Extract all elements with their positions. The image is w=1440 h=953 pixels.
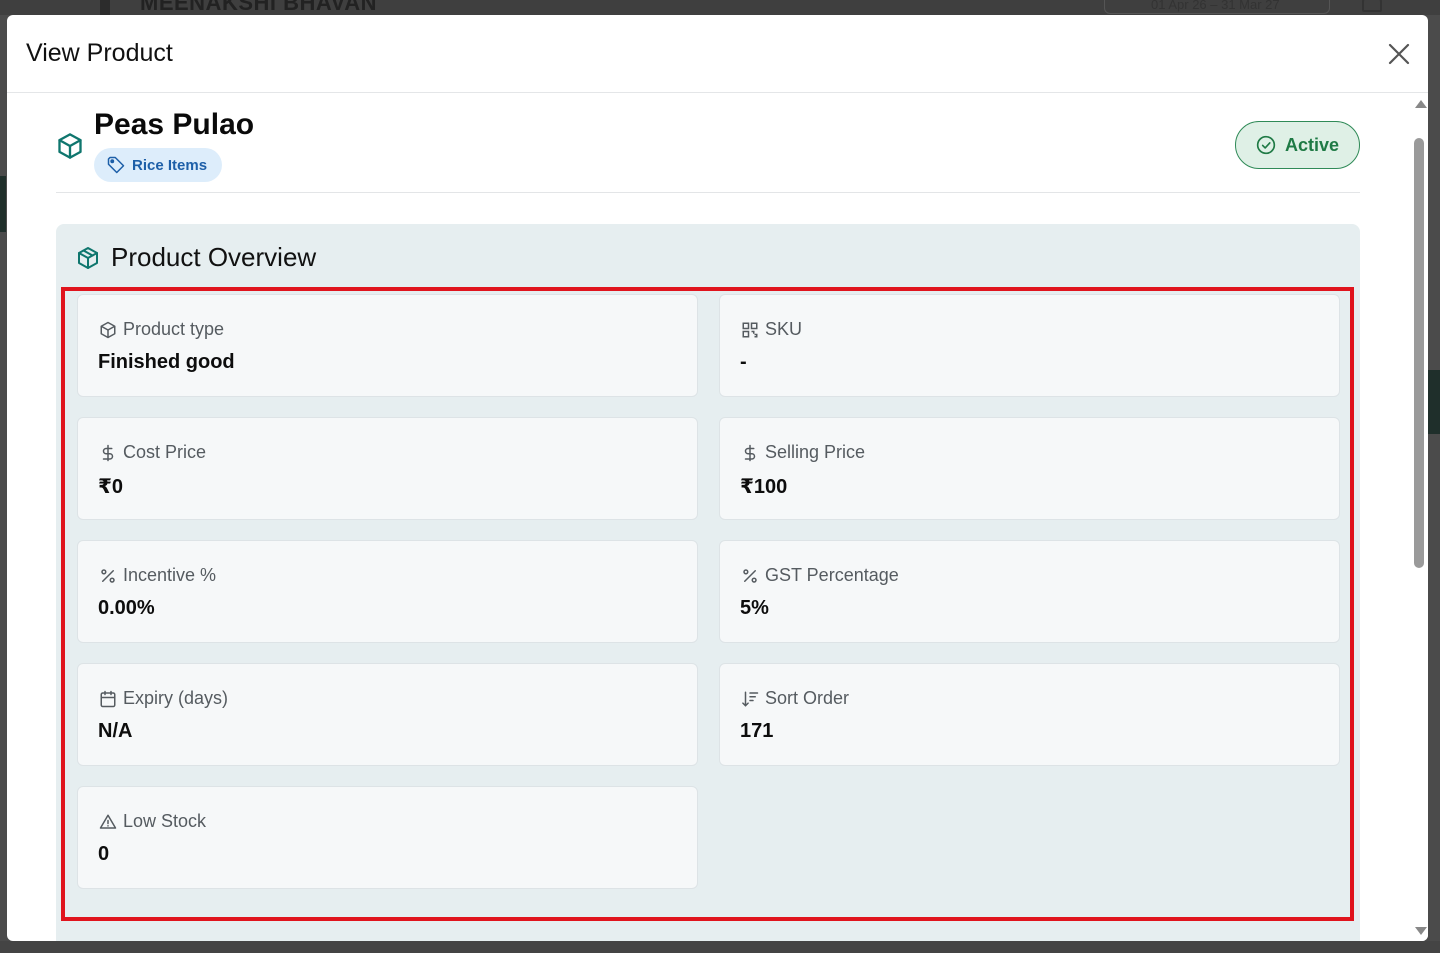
- field-label-row: SKU: [740, 319, 802, 340]
- background-date-range: 01 Apr 26 – 31 Mar 27: [1104, 0, 1330, 14]
- package-icon: [58, 133, 82, 159]
- field-value: 0.00%: [98, 597, 155, 619]
- status-badge: Active: [1235, 121, 1360, 169]
- field-label: Incentive %: [123, 565, 217, 585]
- modal-body: Peas Pulao Rice Items Active Product Ove…: [7, 94, 1407, 941]
- field-value: ₹100: [740, 476, 788, 498]
- scroll-down-arrow[interactable]: [1415, 927, 1427, 935]
- field-label: Sort Order: [765, 688, 850, 708]
- field-card-sort-order: Sort Order 171: [719, 663, 1340, 766]
- field-label: GST Percentage: [765, 565, 899, 585]
- header-divider: [56, 192, 1360, 193]
- background-app-title: MEENAKSHI BHAVAN: [140, 0, 377, 15]
- package-icon: [78, 247, 98, 269]
- category-chip: Rice Items: [94, 148, 223, 182]
- warning-icon: [98, 812, 118, 832]
- dollar-icon: [98, 443, 118, 463]
- modal-header: View Product: [7, 15, 1428, 93]
- field-card-incentive: Incentive % 0.00%: [77, 540, 698, 643]
- background-footer: [0, 941, 1440, 953]
- qr-code-icon: [740, 320, 760, 340]
- field-label: Selling Price: [765, 442, 866, 462]
- close-button[interactable]: [1385, 40, 1413, 68]
- field-card-gst: GST Percentage 5%: [719, 540, 1340, 643]
- percent-icon: [98, 566, 118, 586]
- product-name: Peas Pulao: [94, 108, 255, 141]
- sort-icon: [740, 689, 760, 709]
- field-value: 5%: [740, 597, 769, 619]
- field-label-row: Selling Price: [740, 442, 865, 463]
- modal-title: View Product: [26, 39, 173, 67]
- calendar-icon: [98, 689, 118, 709]
- package-icon: [98, 320, 118, 340]
- field-value: ₹0: [98, 476, 124, 498]
- field-value: 171: [740, 720, 774, 742]
- field-card-low-stock: Low Stock 0: [77, 786, 698, 889]
- scroll-thumb[interactable]: [1414, 138, 1424, 568]
- percent-icon: [740, 566, 760, 586]
- view-product-modal: View Product Peas Pulao Rice Items Activ…: [7, 15, 1428, 941]
- field-label-row: Expiry (days): [98, 688, 228, 709]
- close-icon: [1388, 43, 1410, 65]
- background-header: MEENAKSHI BHAVAN 01 Apr 26 – 31 Mar 27: [0, 0, 1440, 15]
- tag-icon: [107, 156, 125, 174]
- scroll-up-arrow[interactable]: [1415, 100, 1427, 108]
- field-value: Finished good: [98, 351, 235, 373]
- field-card-product-type: Product type Finished good: [77, 294, 698, 397]
- field-label-row: Incentive %: [98, 565, 216, 586]
- category-label: Rice Items: [132, 156, 208, 174]
- field-card-sku: SKU -: [719, 294, 1340, 397]
- field-label: Expiry (days): [123, 688, 229, 708]
- field-label-row: Sort Order: [740, 688, 849, 709]
- field-card-cost-price: Cost Price ₹0: [77, 417, 698, 520]
- field-label: Cost Price: [123, 442, 207, 462]
- field-card-expiry: Expiry (days) N/A: [77, 663, 698, 766]
- overview-title: Product Overview: [111, 242, 317, 272]
- field-label: Low Stock: [123, 811, 207, 831]
- field-card-selling-price: Selling Price ₹100: [719, 417, 1340, 520]
- scrollbar[interactable]: [1411, 94, 1428, 941]
- dollar-icon: [740, 443, 760, 463]
- background-sidebar-block: [0, 176, 6, 232]
- field-label-row: GST Percentage: [740, 565, 899, 586]
- status-label: Active: [1284, 134, 1340, 155]
- field-label-row: Product type: [98, 319, 224, 340]
- field-label-row: Low Stock: [98, 811, 206, 832]
- field-value: -: [740, 351, 747, 373]
- field-label: SKU: [765, 319, 803, 339]
- field-label-row: Cost Price: [98, 442, 206, 463]
- background-strip: [100, 0, 110, 15]
- field-label: Product type: [123, 319, 225, 339]
- field-value: 0: [98, 843, 110, 865]
- product-overview-panel: Product Overview Product type Finished g…: [56, 224, 1360, 941]
- field-value: N/A: [98, 720, 133, 742]
- check-circle-icon: [1256, 135, 1276, 155]
- background-action-block: [1428, 370, 1440, 434]
- bell-icon: [1362, 0, 1382, 12]
